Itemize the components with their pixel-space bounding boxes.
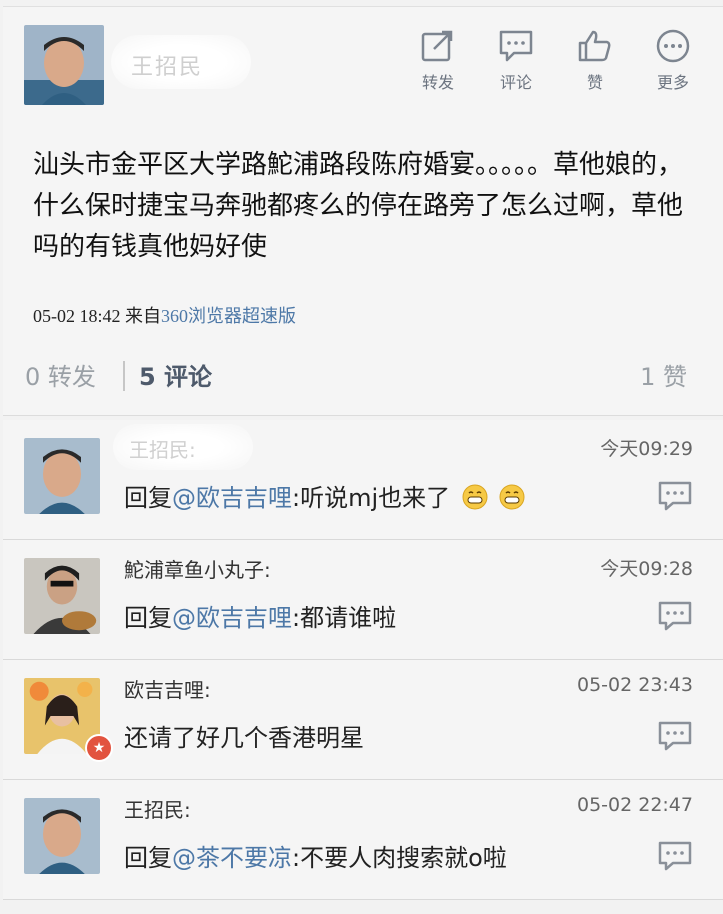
weibo-post: 王招民 转发 评论 赞 更多 汕头市金平区大学路鮀浦路段陈府婚宴。。。。。草他娘… — [3, 6, 723, 416]
comment-icon — [658, 721, 692, 751]
reply-prefix: 回复 — [124, 604, 172, 632]
repost-count-tab[interactable]: 0 转发 — [25, 357, 96, 392]
comment-body: :不要人肉搜索就o啦 — [292, 844, 507, 872]
comment-icon — [658, 601, 692, 631]
comment-item: 鮀浦章鱼小丸子: 今天09:28 回复@欧吉吉哩:都请谁啦 — [3, 540, 723, 660]
post-source-link[interactable]: 360浏览器超速版 — [161, 306, 296, 326]
commenter-name[interactable]: 王招民: — [113, 424, 253, 470]
reply-button[interactable] — [657, 480, 693, 516]
comment-body: :都请谁啦 — [292, 604, 397, 632]
reply-prefix: 回复 — [124, 844, 172, 872]
commenter-avatar[interactable] — [24, 438, 100, 514]
comment-body: :听说mj也来了 — [292, 484, 451, 512]
comment-icon — [499, 30, 533, 62]
author-name[interactable]: 王招民 — [111, 35, 251, 89]
like-label: 赞 — [586, 73, 603, 92]
comment-item: 王招民: 05-02 22:47 回复@茶不要凉:不要人肉搜索就o啦 — [3, 780, 723, 900]
repost-label: 转发 — [421, 73, 454, 92]
commenter-name[interactable]: 鮀浦章鱼小丸子: — [124, 554, 271, 583]
comment-time: 05-02 22:47 — [576, 794, 693, 816]
commenter-name-text: 王招民: — [129, 438, 196, 462]
comment-button[interactable]: 评论 — [486, 29, 546, 93]
reply-prefix: 回复 — [124, 484, 172, 512]
more-icon — [656, 29, 690, 63]
comment-body: 还请了好几个香港明星 — [124, 724, 364, 752]
more-button[interactable]: 更多 — [643, 29, 703, 93]
like-button[interactable]: 赞 — [565, 29, 625, 93]
comment-icon — [658, 481, 692, 511]
comment-item: 王招民: 今天09:29 回复@欧吉吉哩:听说mj也来了 — [3, 420, 723, 540]
commenter-avatar[interactable] — [24, 558, 100, 634]
comment-text: 还请了好几个香港明星 — [124, 718, 364, 753]
reply-button[interactable] — [657, 720, 693, 756]
commenter-name[interactable]: 欧吉吉哩: — [124, 674, 211, 703]
post-via: 来自 — [125, 306, 161, 326]
comment-time: 今天09:28 — [600, 558, 693, 580]
thumbs-up-icon — [578, 30, 611, 62]
comment-time: 今天09:29 — [600, 438, 693, 460]
author-avatar[interactable] — [24, 25, 104, 105]
post-stats: 0 转发 5 评论 1 赞 — [3, 357, 723, 397]
comment-count-tab[interactable]: 5 评论 — [139, 357, 212, 392]
comment-time: 05-02 23:43 — [576, 674, 693, 696]
post-meta: 05-02 18:42 来自360浏览器超速版 — [33, 302, 296, 328]
more-label: 更多 — [656, 73, 689, 92]
comment-icon — [658, 841, 692, 871]
comment-item: ★ 欧吉吉哩: 05-02 23:43 还请了好几个香港明星 — [3, 660, 723, 780]
grinning-face-icon — [499, 484, 525, 510]
comment-label: 评论 — [499, 73, 532, 92]
post-text: 汕头市金平区大学路鮀浦路段陈府婚宴。。。。。草他娘的，什么保时捷宝马奔驰都疼么的… — [33, 150, 684, 262]
reply-button[interactable] — [657, 600, 693, 636]
repost-icon — [421, 30, 453, 62]
grinning-face-icon — [462, 484, 488, 510]
commenter-name[interactable]: 王招民: — [124, 794, 191, 823]
mention-link[interactable]: @茶不要凉 — [172, 844, 292, 872]
post-time: 05-02 18:42 — [33, 306, 121, 326]
reply-button[interactable] — [657, 840, 693, 876]
like-count-tab[interactable]: 1 赞 — [640, 357, 687, 392]
stats-divider — [123, 361, 125, 391]
repost-button[interactable]: 转发 — [408, 29, 468, 93]
commenter-avatar[interactable] — [24, 798, 100, 874]
star-badge-icon: ★ — [85, 734, 113, 762]
author-name-text: 王招民 — [131, 55, 204, 80]
mention-link[interactable]: @欧吉吉哩 — [172, 604, 292, 632]
comment-text: 回复@茶不要凉:不要人肉搜索就o啦 — [124, 838, 507, 873]
comment-text: 回复@欧吉吉哩:听说mj也来了 — [124, 478, 525, 513]
comment-text: 回复@欧吉吉哩:都请谁啦 — [124, 598, 396, 633]
mention-link[interactable]: @欧吉吉哩 — [172, 484, 292, 512]
